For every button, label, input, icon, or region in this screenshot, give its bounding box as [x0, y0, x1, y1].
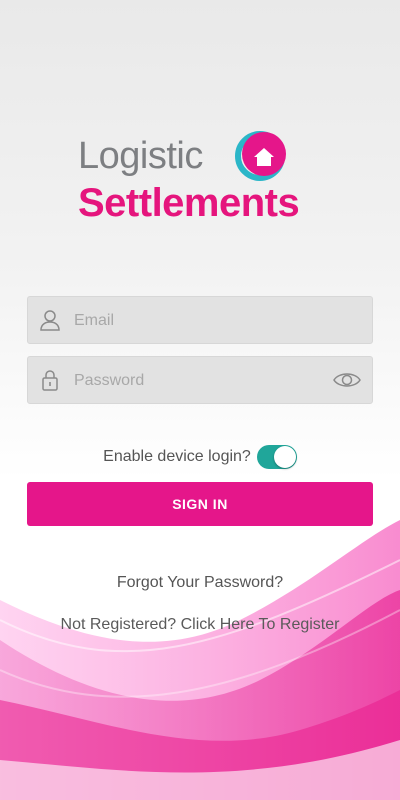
- device-login-row: Enable device login?: [0, 441, 400, 473]
- device-login-toggle[interactable]: [256, 445, 297, 469]
- app-logo: Logistic Settlements: [78, 126, 338, 230]
- lock-icon: [42, 370, 58, 391]
- email-field-container: [27, 296, 373, 345]
- password-input[interactable]: [72, 357, 326, 405]
- email-input[interactable]: [72, 297, 326, 345]
- forgot-password-link[interactable]: Forgot Your Password?: [0, 574, 400, 592]
- user-icon: [40, 310, 60, 331]
- toggle-knob: [273, 446, 296, 468]
- logo-text-top: Logistic: [78, 135, 203, 177]
- password-field-container: [27, 356, 373, 405]
- sign-in-button[interactable]: SIGN IN: [27, 482, 373, 526]
- device-login-label: Enable device login?: [103, 448, 251, 465]
- house-ring-icon: [235, 131, 286, 181]
- register-link[interactable]: Not Registered? Click Here To Register: [0, 616, 400, 634]
- logo-text-bottom: Settlements: [78, 181, 300, 225]
- eye-icon[interactable]: [332, 368, 362, 392]
